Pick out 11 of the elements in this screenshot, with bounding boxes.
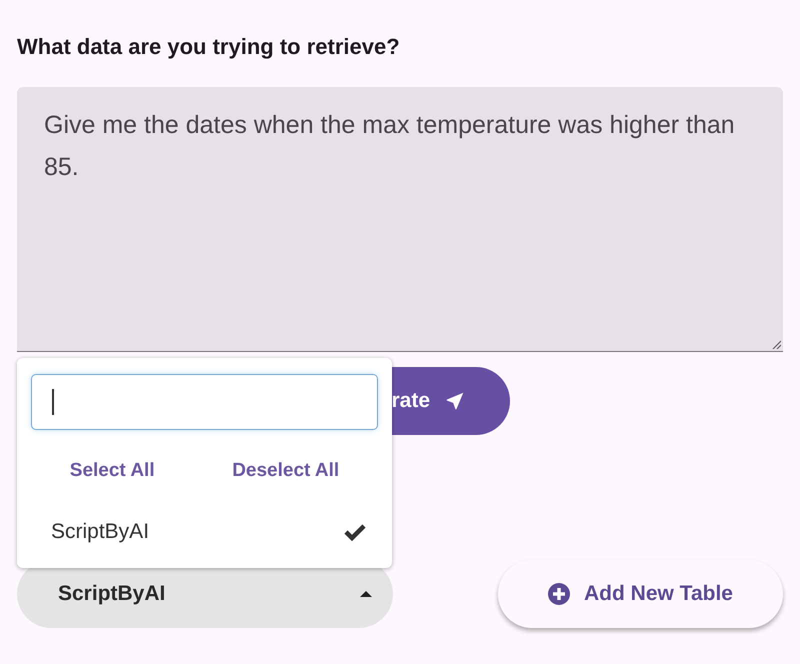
search-field[interactable] bbox=[31, 374, 378, 430]
resize-handle-icon[interactable] bbox=[772, 340, 781, 349]
select-all-link[interactable]: Select All bbox=[66, 458, 159, 484]
navigation-arrow-icon bbox=[444, 390, 466, 412]
question-heading: What data are you trying to retrieve? bbox=[17, 34, 401, 60]
query-field[interactable]: Give me the dates when the max temperature was higher than 85. bbox=[17, 87, 783, 352]
plus-circle-icon bbox=[548, 583, 570, 605]
add-table-button[interactable]: Add New Table bbox=[498, 560, 783, 628]
option-item[interactable]: ScriptByAI bbox=[51, 520, 150, 544]
deselect-all-link[interactable]: Deselect All bbox=[228, 458, 344, 484]
caret-icon bbox=[359, 590, 373, 598]
